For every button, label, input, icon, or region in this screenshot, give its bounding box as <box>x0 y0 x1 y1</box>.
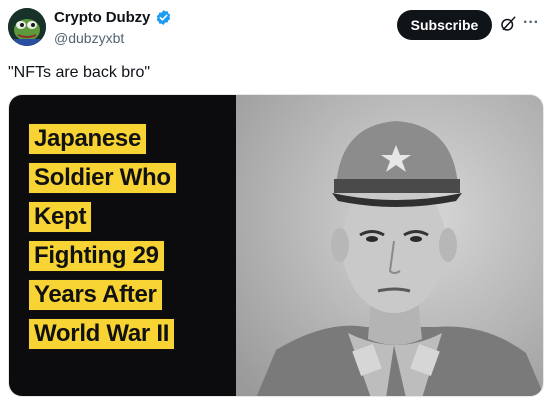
soldier-photo <box>236 95 543 396</box>
pepe-avatar-icon <box>8 8 46 46</box>
soldier-portrait-image <box>236 95 543 396</box>
user-handle[interactable]: @dubzyxbt <box>54 30 172 46</box>
author-header: Crypto Dubzy @dubzyxbt <box>54 9 172 46</box>
tweet-media[interactable]: Japanese Soldier Who Kept Fighting 29 Ye… <box>8 94 544 397</box>
tweet-text: "NFTs are back bro" <box>8 64 151 81</box>
more-icon[interactable]: ··· <box>523 14 539 32</box>
verified-badge-icon <box>157 10 171 25</box>
caption-panel: Japanese Soldier Who Kept Fighting 29 Ye… <box>9 95 236 396</box>
caption-line: World War II <box>28 318 176 350</box>
caption-line: Years After <box>28 279 163 311</box>
caption-line: Soldier Who <box>28 162 177 194</box>
subscribe-button[interactable]: Subscribe <box>397 10 492 40</box>
caption-line: Fighting 29 <box>28 240 165 272</box>
caption-lines: Japanese Soldier Who Kept Fighting 29 Ye… <box>28 123 177 357</box>
avatar[interactable] <box>8 8 46 46</box>
grok-icon[interactable] <box>499 15 517 33</box>
caption-line: Kept <box>28 201 93 233</box>
caption-line: Japanese <box>28 123 148 155</box>
display-name[interactable]: Crypto Dubzy <box>54 9 150 26</box>
